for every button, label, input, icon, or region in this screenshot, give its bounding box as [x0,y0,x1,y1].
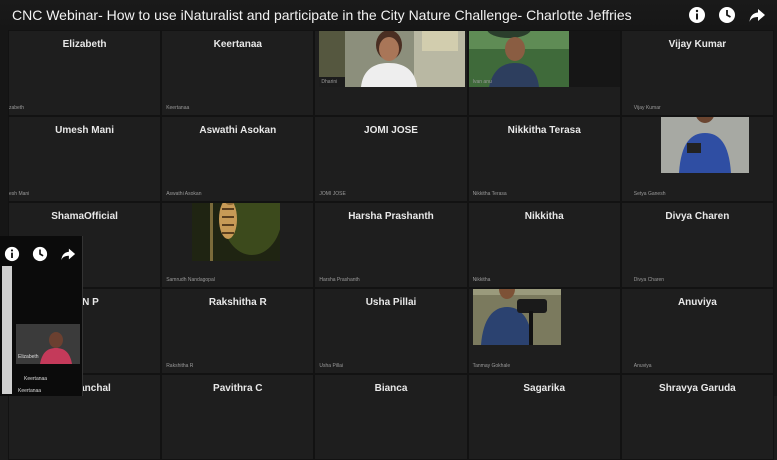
participant-name: Pavithra C [213,383,263,394]
self-video: Elizabeth [16,324,80,364]
participant-tile[interactable]: Umesh Mani esh Mani [8,116,162,202]
overlay-controls [2,244,78,264]
participant-tile[interactable]: Sagarika [467,374,621,460]
participant-tile[interactable]: Divya Charen Divya Charen [620,202,774,288]
overlay-side-strip [2,266,12,394]
participant-caption: Usha Pillai [319,363,344,369]
info-icon[interactable] [2,244,22,264]
participant-tile[interactable]: Shravya Garuda [620,374,774,460]
participant-caption: Anuviya [633,363,652,369]
participant-video [319,31,466,87]
participant-tile-video[interactable]: Setya Ganesh [620,116,774,202]
participant-tile[interactable]: Vijay Kumar Vijay Kumar [620,30,774,116]
participant-caption: Harsha Prashanth [319,277,360,283]
participant-name: Umesh Mani [55,125,115,136]
participant-caption: Vijay Kumar [633,105,661,111]
participant-tile[interactable]: Usha Pillai Usha Pillai [314,288,468,374]
participant-caption: Divya Charen [633,277,665,283]
participant-name: Anuviya [677,297,717,308]
participant-video [660,117,749,173]
participant-grid: Elizabeth zabeth Keertanaa Keertanaa Dha… [8,30,774,460]
clock-icon[interactable] [30,244,50,264]
participant-name: Vijay Kumar [668,39,727,50]
participant-name: Rakshitha R [208,297,267,308]
participant-name: Bianca [374,383,408,394]
meeting-title: CNC Webinar- How to use iNaturalist and … [12,7,632,23]
participant-tile-video[interactable]: Samrudh Nandagopal [161,202,315,288]
participant-caption: Keertanaa [166,105,190,111]
info-icon[interactable] [687,5,707,25]
title-bar: CNC Webinar- How to use iNaturalist and … [0,0,777,30]
participant-name: Shravya Garuda [659,383,736,394]
participant-video [472,289,561,345]
participant-name: Harsha Prashanth [348,211,434,222]
participant-name: Aswathi Asokan [199,125,277,136]
participant-caption: Nikkitha [472,277,491,283]
participant-caption: Tanmay Gokhale [472,363,511,369]
participant-video [192,203,281,261]
participant-caption: Aswathi Asokan [166,191,202,197]
participant-tile[interactable]: Nikkitha Terasa Nikkitha Terasa [467,116,621,202]
participant-caption: Nikkitha Terasa [472,191,507,197]
participant-name: Usha Pillai [365,297,417,308]
participant-name: ShamaOfficial [51,211,118,222]
participant-tile[interactable]: Aswathi Asokan Aswathi Asokan [161,116,315,202]
participant-tile[interactable]: JOMI JOSE JOMI JOSE [314,116,468,202]
participant-tile[interactable]: Pavithra C [161,374,315,460]
participant-tile[interactable]: Keertanaa Keertanaa [161,30,315,116]
participant-name: Keertanaa [213,39,262,50]
participant-tile-video[interactable]: Ivan anu [467,30,621,116]
participant-tile-video[interactable]: Dharini [314,30,468,116]
share-icon[interactable] [58,244,78,264]
participant-name: Sagarika [523,383,566,394]
participant-caption: Dharini [321,79,338,85]
participant-name: JOMI JOSE [364,125,418,136]
participant-caption: esh Mani [9,191,30,197]
participant-tile[interactable]: Nikkitha Nikkitha [467,202,621,288]
participant-caption: Samrudh Nandagopal [166,277,215,283]
participant-name: Nikkitha Terasa [507,125,581,136]
overlay-name-line: Keertanaa [24,376,48,382]
top-controls [687,5,767,25]
participant-tile[interactable]: Rakshitha R Rakshitha R [161,288,315,374]
participant-tile[interactable]: Anuviya Anuviya [620,288,774,374]
self-view-panel[interactable]: Elizabeth Keertanaa Keertanaa [0,236,83,396]
meeting-window: CNC Webinar- How to use iNaturalist and … [0,0,777,460]
clock-icon[interactable] [717,5,737,25]
participant-caption: zabeth [9,105,25,111]
participant-caption: JOMI JOSE [319,191,346,197]
participant-tile[interactable]: Harsha Prashanth Harsha Prashanth [314,202,468,288]
participant-name: Divya Charen [665,211,730,222]
share-icon[interactable] [747,5,767,25]
participant-tile[interactable]: Elizabeth zabeth [8,30,162,116]
participant-tile[interactable]: Bianca [314,374,468,460]
self-video-label: Elizabeth [18,354,39,360]
participant-caption: Ivan anu [472,79,492,85]
participant-caption: Setya Ganesh [633,191,666,197]
overlay-name-line: Keertanaa [18,388,42,394]
participant-name: Elizabeth [62,39,107,50]
participant-name: Nikkitha [524,211,564,222]
participant-tile-video[interactable]: Tanmay Gokhale [467,288,621,374]
participant-caption: Rakshitha R [166,363,194,369]
